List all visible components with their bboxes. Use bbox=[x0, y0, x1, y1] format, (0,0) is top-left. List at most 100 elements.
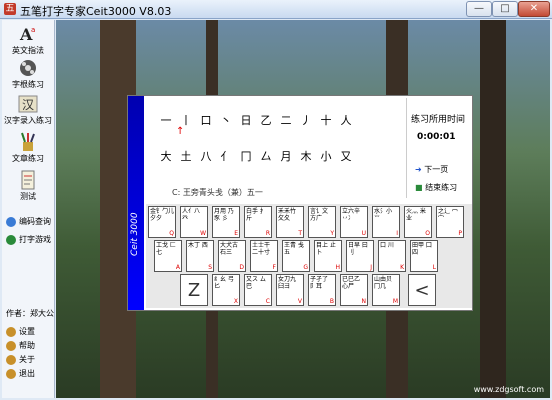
key-radicals: 目上 止卜 bbox=[316, 242, 336, 256]
key-h[interactable]: 目上 止卜 H bbox=[314, 240, 342, 272]
key-x[interactable]: 纟幺 弓匕 X bbox=[212, 274, 240, 306]
key-letter: D bbox=[239, 264, 244, 271]
sidebar-item-label: 汉字录入练习 bbox=[4, 116, 52, 125]
char-5: 日 bbox=[240, 114, 252, 127]
key-radicals: 已巳乙 心尸 bbox=[342, 276, 361, 290]
sidebar-item-radicals[interactable]: 字根练习 bbox=[2, 58, 54, 90]
time-label: 练习所用时间 bbox=[411, 115, 466, 125]
key-letter: L bbox=[432, 264, 436, 271]
key-radicals: 又ス ム巴 bbox=[246, 276, 266, 290]
char-1: 一 bbox=[160, 114, 172, 127]
key-letter: W bbox=[200, 230, 206, 237]
sidebar-item-label: 帮助 bbox=[19, 341, 35, 350]
sidebar-item-article[interactable]: 文章练习 bbox=[2, 132, 54, 164]
sidebar-item-test[interactable]: 测试 bbox=[2, 170, 54, 202]
key-p[interactable]: 之辶 冖宀 P bbox=[436, 206, 464, 238]
sidebar-item-game[interactable]: 打字游戏 bbox=[6, 234, 51, 245]
key-d[interactable]: 大犬古 石三 D bbox=[218, 240, 246, 272]
key-letter: X bbox=[233, 298, 238, 305]
key-radicals: 水氵小 ⺌ bbox=[374, 208, 393, 222]
key-m[interactable]: 山由贝 冂几 M bbox=[372, 274, 400, 306]
key-u[interactable]: 立六辛 丷冫 U bbox=[340, 206, 368, 238]
sidebar-item-settings[interactable]: 设置 bbox=[6, 326, 35, 337]
sidebar-item-exit[interactable]: 退出 bbox=[6, 368, 35, 379]
char-6: 乙 bbox=[260, 114, 272, 127]
key-t[interactable]: 禾禾竹 攵夂 T bbox=[276, 206, 304, 238]
key-v[interactable]: 女刀九 臼彐 V bbox=[276, 274, 304, 306]
key-letter: I bbox=[396, 230, 398, 237]
char-18: 木 bbox=[300, 150, 312, 163]
key-i[interactable]: 水氵小 ⺌ I bbox=[372, 206, 400, 238]
watermark: www.zdgsoft.com bbox=[473, 385, 544, 394]
key-n[interactable]: 已巳乙 心尸 N bbox=[340, 274, 368, 306]
next-page-label: 下一页 bbox=[424, 165, 449, 174]
sidebar-item-lookup[interactable]: 编码查询 bbox=[6, 216, 51, 227]
keyboard-map: 金钅勹儿 夕夕 Q 人亻八 癶 W 月用 乃豕 彡 E 白手 扌斤 R 禾禾竹 攵夂 T 言讠文 方… bbox=[146, 204, 472, 308]
close-button[interactable]: ✕ bbox=[518, 1, 550, 17]
key-q[interactable]: 金钅勹儿 夕夕 Q bbox=[148, 206, 176, 238]
radical-hint: C: 王旁青头戋（兼）五一 bbox=[172, 188, 263, 197]
next-page-button[interactable]: ➜ 下一页 bbox=[415, 164, 448, 175]
practice-row-2: 大土八亻冂厶月木小又 bbox=[156, 148, 356, 164]
key-y[interactable]: 言讠文 方广 Y bbox=[308, 206, 336, 238]
key-w[interactable]: 人亻八 癶 W bbox=[180, 206, 208, 238]
key-letter: Q bbox=[169, 230, 174, 237]
status-box: 练习所用时间 0:00:01 ➜ 下一页 ■ 结束练习 bbox=[406, 98, 471, 198]
sidebar-item-hanzi[interactable]: 汉 汉字录入练习 bbox=[2, 94, 54, 126]
key-radicals: 山由贝 冂几 bbox=[374, 276, 393, 290]
key-radicals: 女刀九 臼彐 bbox=[278, 276, 297, 290]
key-o[interactable]: 火灬 米业 O bbox=[404, 206, 432, 238]
settings-icon bbox=[6, 326, 16, 337]
key-letter: T bbox=[298, 230, 302, 237]
svg-text:汉: 汉 bbox=[22, 98, 34, 112]
brand-label: Ceit 3000 bbox=[130, 212, 140, 256]
key-k[interactable]: 口 川 K bbox=[378, 240, 406, 272]
arrow-right-icon: ➜ bbox=[415, 165, 425, 174]
title-bar: 五 五笔打字专家Ceit3000 V8.03 — □ ✕ bbox=[0, 0, 552, 19]
key-letter: A bbox=[175, 264, 180, 271]
key-c[interactable]: 又ス ム巴 C bbox=[244, 274, 272, 306]
key-b[interactable]: 子孑了 阝耳 B bbox=[308, 274, 336, 306]
key-radicals: 禾禾竹 攵夂 bbox=[278, 208, 297, 222]
key-e[interactable]: 月用 乃豕 彡 E bbox=[212, 206, 240, 238]
sidebar-item-label: 字根练习 bbox=[12, 80, 44, 89]
search-icon bbox=[6, 216, 16, 227]
maximize-button[interactable]: □ bbox=[492, 1, 518, 17]
key-g[interactable]: 王青 戋五 G bbox=[282, 240, 310, 272]
sidebar-item-about[interactable]: 关于 bbox=[6, 354, 35, 365]
char-9: 十 bbox=[320, 114, 332, 127]
pen-cup-icon bbox=[21, 132, 35, 151]
letter-a-icon: Aa bbox=[19, 25, 35, 44]
key-l[interactable]: 田甲 囗四 L bbox=[410, 240, 438, 272]
key-letter: O bbox=[425, 230, 430, 237]
key-letter: G bbox=[303, 264, 308, 271]
key-a[interactable]: 工戈 匚七 A bbox=[154, 240, 182, 272]
sidebar-item-label: 关于 bbox=[19, 355, 35, 364]
end-practice-button[interactable]: ■ 结束练习 bbox=[415, 182, 457, 193]
author-label: 作者：郑大公 bbox=[6, 309, 54, 318]
sidebar-item-label: 退出 bbox=[19, 369, 35, 378]
sidebar-item-english[interactable]: Aa 英文指法 bbox=[2, 24, 54, 56]
key-radicals: 之辶 冖宀 bbox=[438, 208, 458, 222]
key-letter: B bbox=[329, 298, 334, 305]
minimize-button[interactable]: — bbox=[466, 1, 492, 17]
char-10: 人 bbox=[340, 114, 352, 127]
sidebar-item-help[interactable]: 帮助 bbox=[6, 340, 35, 351]
hanzi-icon: 汉 bbox=[18, 95, 38, 113]
practice-text-area[interactable]: 一丨口丶日乙二丿十人 ↑ 大土八亻冂厶月木小又 C: 王旁青头戋（兼）五一 bbox=[146, 98, 404, 198]
key-letter: N bbox=[361, 298, 367, 305]
key-radicals: 日早 曰刂 bbox=[348, 242, 368, 256]
sidebar-item-label: 设置 bbox=[19, 327, 35, 336]
key-r[interactable]: 白手 扌斤 R bbox=[244, 206, 272, 238]
svg-text:a: a bbox=[31, 26, 35, 34]
sidebar-item-label: 编码查询 bbox=[19, 217, 51, 226]
app-window: 五 五笔打字专家Ceit3000 V8.03 — □ ✕ Aa 英文指法 字根练… bbox=[0, 0, 552, 400]
key-s[interactable]: 木丁 西 S bbox=[186, 240, 214, 272]
key-comma[interactable]: < bbox=[408, 274, 436, 306]
key-letter: M bbox=[392, 298, 398, 305]
char-15: 冂 bbox=[240, 150, 252, 163]
key-f[interactable]: 土士干 二十寸 F bbox=[250, 240, 278, 272]
key-radicals: 言讠文 方广 bbox=[310, 208, 329, 222]
key-z[interactable]: Z bbox=[180, 274, 208, 306]
key-j[interactable]: 日早 曰刂 J bbox=[346, 240, 374, 272]
